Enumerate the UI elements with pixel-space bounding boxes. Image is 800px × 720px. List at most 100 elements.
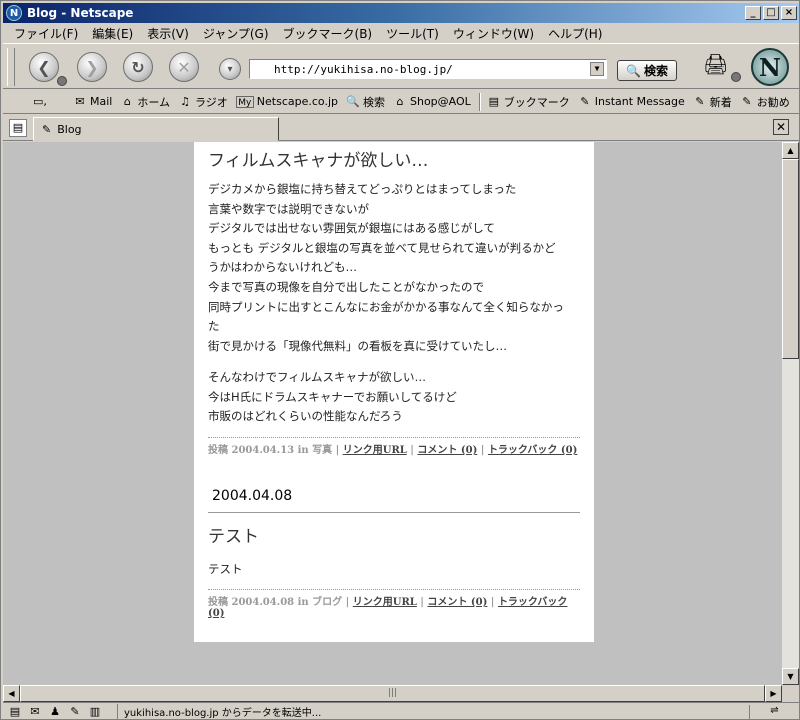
navigation-toolbar: ❮ ❯ ↻ ✕ ▾ http://yukihisa.no-blog.jp/ ▼ …	[3, 43, 799, 89]
menu-help[interactable]: ヘルプ(H)	[541, 25, 609, 42]
status-text: yukihisa.no-blog.jp からデータを転送中...	[117, 704, 749, 719]
maximize-button[interactable]: □	[763, 6, 779, 20]
toolbar-grip[interactable]	[7, 48, 15, 86]
search-button-label: 検索	[643, 64, 668, 78]
scroll-right-button[interactable]: ▶	[765, 685, 782, 702]
toolbar-separator	[478, 92, 481, 111]
my-netscape-icon: My	[235, 95, 254, 108]
pt-item-mail[interactable]: ✉ Mail	[73, 95, 112, 108]
horizontal-scrollbar[interactable]: ◀ ||| ▶	[3, 685, 782, 702]
vertical-scrollbar[interactable]: ▲ ▼	[782, 142, 799, 685]
radio-icon: ♫	[180, 94, 190, 108]
comments-link[interactable]: コメント (0)	[417, 445, 477, 456]
posted-info: 投稿 2004.04.08 in ブログ	[208, 597, 343, 608]
connection-icon[interactable]: ⇌	[749, 704, 799, 719]
pt-item-netscape[interactable]: My Netscape.co.jp	[235, 95, 338, 108]
date-divider	[208, 512, 580, 513]
reload-button[interactable]: ↻	[123, 52, 153, 82]
pt-item-search[interactable]: 🔍 検索	[346, 94, 385, 110]
sidebar-toggle-icon[interactable]: ▭,	[33, 95, 47, 108]
menu-go[interactable]: ジャンプ(G)	[196, 25, 276, 42]
pt-item-new[interactable]: ✎ 新着	[693, 94, 732, 110]
scroll-up-button[interactable]: ▲	[782, 142, 799, 159]
menu-file[interactable]: ファイル(F)	[7, 25, 85, 42]
netscape-app-icon[interactable]: N	[6, 5, 22, 21]
stop-button[interactable]: ✕	[169, 52, 199, 82]
magnifier-icon: 🔍	[626, 63, 641, 78]
shop-icon: ⌂	[396, 94, 404, 108]
scroll-down-button[interactable]: ▼	[782, 668, 799, 685]
menu-view[interactable]: 表示(V)	[140, 25, 196, 42]
title-bar: N Blog - Netscape _ □ ×	[3, 3, 799, 23]
address-book-icon[interactable]: ▥	[87, 705, 103, 719]
horizontal-scroll-thumb[interactable]: |||	[20, 685, 765, 702]
new-tab-icon[interactable]: ▤	[9, 119, 27, 137]
stop-icon: ✕	[177, 57, 191, 77]
personal-toolbar: ▭, ✉ Mail ⌂ ホーム ♫ ラジオ My Netscape.co.jp 🔍 検索 …	[3, 90, 799, 114]
entry-title[interactable]: フィルムスキャナが欲しい…	[208, 146, 428, 171]
pt-item-bookmarks[interactable]: ▤ ブックマーク	[487, 94, 570, 110]
mail-icon[interactable]: ✉	[27, 705, 43, 719]
url-text: http://yukihisa.no-blog.jp/	[274, 62, 453, 76]
entry-body: そんなわけでフィルムスキャナが欲しい… 今はH氏にドラムスキャナーでお願いしてる…	[208, 370, 457, 424]
menu-edit[interactable]: 編集(E)	[85, 25, 140, 42]
posted-info: 投稿 2004.04.13 in 写真	[208, 445, 333, 456]
browser-window: N Blog - Netscape _ □ × ファイル(F) 編集(E) 表示…	[0, 0, 800, 720]
pt-item-recommend[interactable]: ✎ お勧め	[740, 94, 790, 110]
page-viewport[interactable]: フィルムスキャナが欲しい… デジカメから銀塩に持ち替えてどっぷりとはまってしまっ…	[3, 142, 782, 685]
tab-blog[interactable]: ✎ Blog	[33, 117, 279, 141]
permalink-link[interactable]: リンク用URL	[343, 445, 407, 456]
pt-item-home[interactable]: ⌂ ホーム	[120, 94, 170, 110]
bookmark-link-icon: ✎	[742, 94, 752, 108]
home-icon: ⌂	[123, 94, 131, 108]
pt-item-instant-message[interactable]: ✎ Instant Message	[578, 95, 685, 108]
arrow-right-icon: ❯	[85, 57, 99, 77]
status-security-icon[interactable]: ▤	[7, 705, 23, 719]
arrow-left-icon: ❮	[37, 57, 51, 77]
entry-meta: 投稿 2004.04.08 in ブログ | リンク用URL | コメント (0…	[208, 589, 580, 619]
aim-icon[interactable]: ♟	[47, 705, 63, 719]
menu-bookmarks[interactable]: ブックマーク(B)	[276, 25, 380, 42]
mail-icon: ✉	[75, 94, 85, 108]
tab-bar: ▤ ✎ Blog ✕	[3, 115, 799, 141]
scroll-left-button[interactable]: ◀	[3, 685, 20, 702]
pt-item-shop[interactable]: ⌂ Shop@AOL	[393, 95, 471, 108]
status-bar: ▤ ✉ ♟ ✎ ▥ yukihisa.no-blog.jp からデータを転送中.…	[3, 702, 799, 720]
entry-body: デジカメから銀塩に持ち替えてどっぷりとはまってしまった 言葉や数字では説明できな…	[208, 182, 564, 353]
bookmark-link-icon: ✎	[42, 122, 52, 136]
entry-meta: 投稿 2004.04.13 in 写真 | リンク用URL | コメント (0)…	[208, 437, 580, 456]
bookmark-link-icon: ✎	[695, 94, 705, 108]
url-history-button[interactable]: ▾	[219, 58, 241, 80]
entry-body: テスト	[208, 562, 243, 576]
forward-button[interactable]: ❯	[77, 52, 107, 82]
composer-icon[interactable]: ✎	[67, 705, 83, 719]
menu-bar: ファイル(F) 編集(E) 表示(V) ジャンプ(G) ブックマーク(B) ツー…	[3, 23, 799, 43]
minimize-button[interactable]: _	[745, 6, 761, 20]
print-icon[interactable]: 🖨	[703, 52, 729, 76]
url-dropdown-button[interactable]: ▼	[590, 62, 604, 76]
window-title: Blog - Netscape	[27, 6, 134, 20]
search-icon: 🔍	[346, 94, 360, 108]
close-window-button[interactable]: ×	[781, 6, 797, 20]
back-history-dropdown[interactable]	[57, 76, 67, 86]
search-button[interactable]: 🔍 検索	[617, 60, 677, 81]
entry-title[interactable]: テスト	[208, 522, 259, 547]
reload-icon: ↻	[131, 57, 145, 77]
bookmark-link-icon: ✎	[580, 94, 590, 108]
blog-page: フィルムスキャナが欲しい… デジカメから銀塩に持ち替えてどっぷりとはまってしまっ…	[194, 142, 594, 642]
pt-item-radio[interactable]: ♫ ラジオ	[178, 94, 228, 110]
menu-tools[interactable]: ツール(T)	[379, 25, 446, 42]
vertical-scroll-thumb[interactable]	[782, 159, 799, 359]
netscape-logo[interactable]: N	[751, 48, 789, 86]
close-tab-button[interactable]: ✕	[773, 119, 789, 135]
date-header: 2004.04.08	[212, 488, 293, 504]
permalink-link[interactable]: リンク用URL	[353, 597, 417, 608]
url-field[interactable]: http://yukihisa.no-blog.jp/ ▼	[249, 59, 607, 79]
print-dropdown[interactable]	[731, 72, 741, 82]
back-button[interactable]: ❮	[29, 52, 59, 82]
bookmarks-icon: ▤	[488, 94, 499, 108]
trackback-link[interactable]: トラックバック (0)	[488, 445, 577, 456]
comments-link[interactable]: コメント (0)	[427, 597, 487, 608]
tab-label: Blog	[57, 122, 82, 136]
menu-window[interactable]: ウィンドウ(W)	[446, 25, 541, 42]
